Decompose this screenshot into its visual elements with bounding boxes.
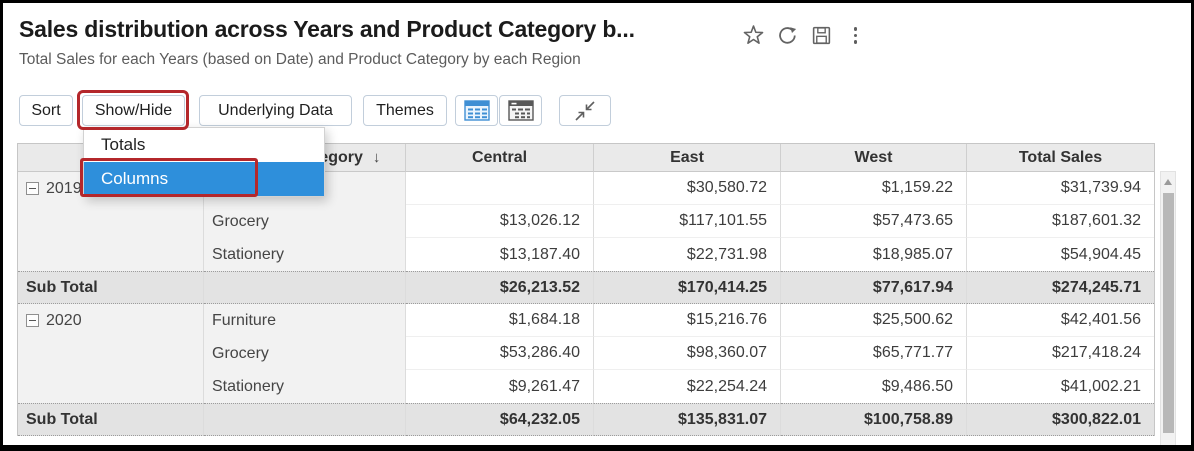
report-window: Sales distribution across Years and Prod… [0,0,1194,451]
category-cell: Grocery [204,205,406,238]
year-cell [18,370,204,403]
underlying-data-button[interactable]: Underlying Data [199,95,352,126]
more-options-icon[interactable] [845,25,866,46]
sort-button[interactable]: Sort [19,95,73,126]
year-group-2020-cell: 2020 [18,304,204,337]
value-cell: $42,401.56 [967,304,1154,337]
value-cell: $9,261.47 [406,370,594,403]
subtotal-value-cell: $274,245.71 [967,271,1154,304]
value-cell: $13,026.12 [406,205,594,238]
category-cell: Grocery [204,337,406,370]
scrollbar-thumb[interactable] [1163,193,1174,433]
report-subtitle: Total Sales for each Years (based on Dat… [19,51,581,69]
subtotal-cell [204,403,406,436]
category-cell: Stationery [204,370,406,403]
year-cell [18,205,204,238]
subtotal-value-cell: $77,617.94 [781,271,967,304]
value-cell: $1,159.22 [781,172,967,205]
collapse-2020-minus-icon[interactable] [26,314,39,327]
value-cell: $18,985.07 [781,238,967,271]
subtotal-value-cell: $64,232.05 [406,403,594,436]
value-cell: $22,254.24 [594,370,781,403]
value-cell: $30,580.72 [594,172,781,205]
value-cell: $31,739.94 [967,172,1154,205]
value-cell: $187,601.32 [967,205,1154,238]
value-cell: $41,002.21 [967,370,1154,403]
value-cell: $1,684.18 [406,304,594,337]
menu-item-totals[interactable]: Totals [84,128,324,162]
subtotal-label-cell: Sub Total [18,403,204,436]
sort-descending-icon[interactable]: ↓ [373,149,381,166]
value-cell: $65,771.77 [781,337,967,370]
value-cell: $54,904.45 [967,238,1154,271]
value-cell: $53,286.40 [406,337,594,370]
subtotal-cell [204,271,406,304]
page-title: Sales distribution across Years and Prod… [19,16,635,43]
subtotal-value-cell: $300,822.01 [967,403,1154,436]
category-cell: Stationery [204,238,406,271]
year-cell [18,238,204,271]
show-hide-button[interactable]: Show/Hide [82,95,185,126]
star-icon[interactable] [743,25,764,46]
themes-button[interactable]: Themes [363,95,447,126]
value-cell: $25,500.62 [781,304,967,337]
collapse-all-button[interactable] [559,95,611,126]
title-action-icons [743,25,866,46]
category-cell: Furniture [204,304,406,337]
value-cell: $9,486.50 [781,370,967,403]
value-cell [406,172,594,205]
flat-table-view-button[interactable] [455,95,498,126]
column-header-total-sales[interactable]: Total Sales [967,144,1154,172]
subtotal-value-cell: $170,414.25 [594,271,781,304]
value-cell: $57,473.65 [781,205,967,238]
value-cell: $15,216.76 [594,304,781,337]
refresh-icon[interactable] [777,25,798,46]
flat-table-icon [464,100,490,121]
menu-item-columns[interactable]: Columns [84,162,324,196]
save-icon[interactable] [811,25,832,46]
column-header-east[interactable]: East [594,144,781,172]
subtotal-value-cell: $26,213.52 [406,271,594,304]
pivot-table-view-button[interactable] [499,95,542,126]
value-cell: $117,101.55 [594,205,781,238]
show-hide-dropdown-menu: Totals Columns [83,127,325,197]
vertical-scrollbar[interactable] [1160,171,1176,449]
value-cell: $13,187.40 [406,238,594,271]
value-cell: $98,360.07 [594,337,781,370]
subtotal-value-cell: $100,758.89 [781,403,967,436]
year-cell [18,337,204,370]
column-header-west[interactable]: West [781,144,967,172]
collapse-all-icon [573,99,597,123]
pivot-table-icon [508,100,534,121]
collapse-2019-minus-icon[interactable] [26,182,39,195]
value-cell: $22,731.98 [594,238,781,271]
column-header-central[interactable]: Central [406,144,594,172]
subtotal-value-cell: $135,831.07 [594,403,781,436]
scrollbar-up-arrow-icon[interactable] [1164,179,1172,185]
value-cell: $217,418.24 [967,337,1154,370]
subtotal-label-cell: Sub Total [18,271,204,304]
